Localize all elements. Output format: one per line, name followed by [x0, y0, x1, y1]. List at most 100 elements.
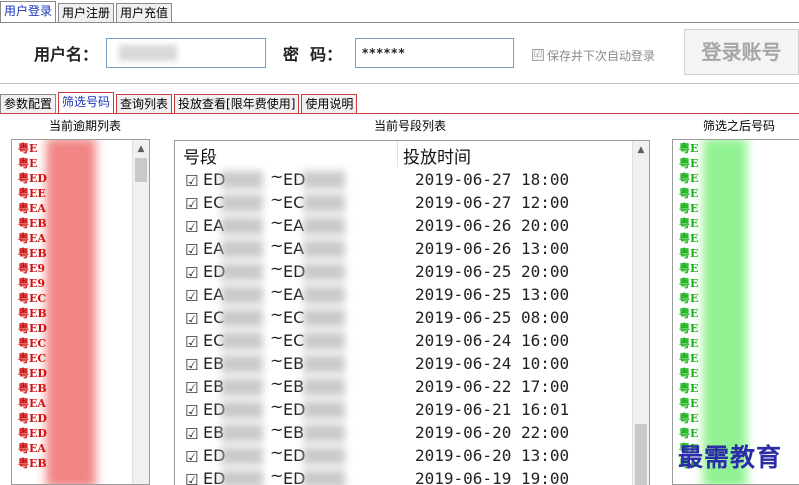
overdue-list-item[interactable]: 粤ED [18, 367, 47, 380]
row-checkbox-icon[interactable]: ☑ [185, 310, 198, 328]
overdue-list-item[interactable]: 粤EB [18, 217, 47, 230]
tab-user-register[interactable]: 用户注册 [58, 3, 115, 22]
grid-scroll-thumb[interactable] [635, 424, 647, 485]
filtered-list-item[interactable]: 粤E [679, 292, 698, 305]
tab-query-list[interactable]: 查询列表 [116, 94, 173, 113]
segment-grid[interactable]: 号段 投放时间 ☑ ED ~ ED 2019-06-27 18:00 ☑ EC ~ EC 2019… [174, 140, 650, 485]
grid-row[interactable]: ☑ EC ~ EC 2019-06-24 16:00 [175, 328, 633, 352]
grid-row[interactable]: ☑ EB ~ EB 2019-06-24 10:00 [175, 351, 633, 375]
tab-instructions[interactable]: 使用说明 [301, 94, 358, 113]
segment-to-redaction [303, 240, 345, 258]
filtered-list-item[interactable]: 粤E [679, 262, 698, 275]
filtered-list-item[interactable]: 粤E [679, 352, 698, 365]
filtered-list-item[interactable]: 粤E [679, 307, 698, 320]
overdue-list-item[interactable]: 粤E [18, 142, 37, 155]
grid-row[interactable]: ☑ EA ~ EA 2019-06-26 20:00 [175, 213, 633, 237]
grid-row[interactable]: ☑ ED ~ ED 2019-06-20 13:00 [175, 443, 633, 467]
overdue-list-item[interactable]: 粤ED [18, 172, 47, 185]
overdue-list-item[interactable]: 粤EA [18, 397, 46, 410]
tab-user-login[interactable]: 用户登录 [0, 1, 57, 22]
overdue-list-item[interactable]: 粤EC [18, 337, 46, 350]
grid-row[interactable]: ☑ ED ~ ED 2019-06-21 16:01 [175, 397, 633, 421]
filtered-list-item[interactable]: 粤E [679, 172, 698, 185]
password-label: 密 码： [283, 45, 343, 64]
release-time: 2019-06-21 16:01 [415, 400, 570, 419]
grid-row[interactable]: ☑ EC ~ EC 2019-06-27 12:00 [175, 190, 633, 214]
grid-row[interactable]: ☑ EC ~ EC 2019-06-25 08:00 [175, 305, 633, 329]
filtered-list-item[interactable]: 粤E [679, 412, 698, 425]
grid-row[interactable]: ☑ ED ~ ED 2019-06-27 18:00 [175, 167, 633, 191]
overdue-list-item[interactable]: 粤ED [18, 322, 47, 335]
overdue-list-item[interactable]: 粤EB [18, 382, 47, 395]
overdue-list-item[interactable]: 粤EC [18, 292, 46, 305]
row-checkbox-icon[interactable]: ☑ [185, 425, 198, 443]
row-checkbox-icon[interactable]: ☑ [185, 218, 198, 236]
username-field[interactable] [106, 38, 266, 68]
overdue-list-item[interactable]: 粤EB [18, 307, 47, 320]
row-checkbox-icon[interactable]: ☑ [185, 195, 198, 213]
row-checkbox-icon[interactable]: ☑ [185, 356, 198, 374]
filtered-list-item[interactable]: 粤E [679, 397, 698, 410]
overdue-list-item[interactable]: 粤EC [18, 352, 46, 365]
grid-scrollbar[interactable]: ▲ [632, 141, 649, 485]
segment-to-redaction [303, 309, 345, 327]
filtered-list-item[interactable]: 粤E [679, 382, 698, 395]
overdue-list-item[interactable]: 粤E9 [18, 262, 45, 275]
row-checkbox-icon[interactable]: ☑ [185, 471, 198, 485]
filtered-list-item[interactable]: 粤E [679, 337, 698, 350]
filtered-list-item[interactable]: 粤E [679, 142, 698, 155]
filtered-list-item[interactable]: 粤E [679, 277, 698, 290]
row-checkbox-icon[interactable]: ☑ [185, 287, 198, 305]
grid-row[interactable]: ☑ EB ~ EB 2019-06-20 22:00 [175, 420, 633, 444]
row-checkbox-icon[interactable]: ☑ [185, 379, 198, 397]
col-header-time[interactable]: 投放时间 [403, 143, 471, 168]
row-checkbox-icon[interactable]: ☑ [185, 402, 198, 420]
row-checkbox-icon[interactable]: ☑ [185, 241, 198, 259]
filtered-listbox[interactable]: 粤E 粤E 粤E 粤E 粤E 粤E 粤E 粤E 粤E 粤E 粤E 粤E 粤E 粤E 粤E 粤E 粤E 粤E 粤E 粤E… [672, 139, 799, 485]
filtered-list-item[interactable]: 粤E [679, 322, 698, 335]
filtered-list-item[interactable]: 粤E [679, 202, 698, 215]
tab-filter-numbers[interactable]: 筛选号码 [58, 92, 115, 113]
segment-from-redaction [221, 470, 263, 485]
overdue-listbox[interactable]: 粤E 粤E 粤ED 粤EE 粤EA 粤EB 粤EA 粤EB 粤E9 粤E9 粤EC 粤EB 粤ED 粤EC… [11, 139, 150, 485]
grid-row[interactable]: ☑ EA ~ EA 2019-06-26 13:00 [175, 236, 633, 260]
row-checkbox-icon[interactable]: ☑ [185, 333, 198, 351]
password-field[interactable]: ****** [355, 38, 514, 68]
left-scrollbar[interactable]: ▲ [132, 140, 149, 484]
overdue-list-item[interactable]: 粤E [18, 157, 37, 170]
filtered-list-item[interactable]: 粤E [679, 232, 698, 245]
row-checkbox-icon[interactable]: ☑ [185, 448, 198, 466]
range-separator: ~ [270, 167, 284, 186]
overdue-list-item[interactable]: 粤EB [18, 457, 47, 470]
range-separator: ~ [270, 351, 284, 370]
scroll-up-icon[interactable]: ▲ [633, 142, 649, 158]
overdue-list-item[interactable]: 粤EE [18, 187, 46, 200]
overdue-list-item[interactable]: 粤ED [18, 427, 47, 440]
col-header-segment[interactable]: 号段 [183, 143, 217, 168]
overdue-list-item[interactable]: 粤EA [18, 232, 46, 245]
tab-param-config[interactable]: 参数配置 [0, 94, 57, 113]
grid-row[interactable]: ☑ ED ~ ED 2019-06-25 20:00 [175, 259, 633, 283]
row-checkbox-icon[interactable]: ☑ [185, 264, 198, 282]
filtered-list-item[interactable]: 粤E [679, 367, 698, 380]
filtered-list-item[interactable]: 粤E [679, 247, 698, 260]
filtered-list-item[interactable]: 粤E [679, 157, 698, 170]
remember-checkbox[interactable]: ☑ [532, 49, 544, 61]
overdue-list-item[interactable]: 粤ED [18, 412, 47, 425]
tab-user-recharge[interactable]: 用户充值 [116, 3, 173, 22]
overdue-list-item[interactable]: 粤EA [18, 202, 46, 215]
scroll-up-icon[interactable]: ▲ [133, 141, 149, 157]
grid-row[interactable]: ☑ EB ~ EB 2019-06-22 17:00 [175, 374, 633, 398]
row-checkbox-icon[interactable]: ☑ [185, 172, 198, 190]
overdue-list-item[interactable]: 粤E9 [18, 277, 45, 290]
overdue-list-item[interactable]: 粤EA [18, 442, 46, 455]
filtered-list-item[interactable]: 粤E [679, 187, 698, 200]
grid-row[interactable]: ☑ ED ~ ED 2019-06-19 19:00 [175, 466, 633, 485]
segment-to-redaction [303, 424, 345, 442]
login-button[interactable]: 登录账号 [684, 29, 799, 75]
grid-row[interactable]: ☑ EA ~ EA 2019-06-25 13:00 [175, 282, 633, 306]
overdue-list-item[interactable]: 粤EB [18, 247, 47, 260]
filtered-list-item[interactable]: 粤E [679, 217, 698, 230]
left-scroll-thumb[interactable] [135, 158, 147, 182]
tab-release-view[interactable]: 投放查看[限年费使用] [174, 94, 300, 113]
